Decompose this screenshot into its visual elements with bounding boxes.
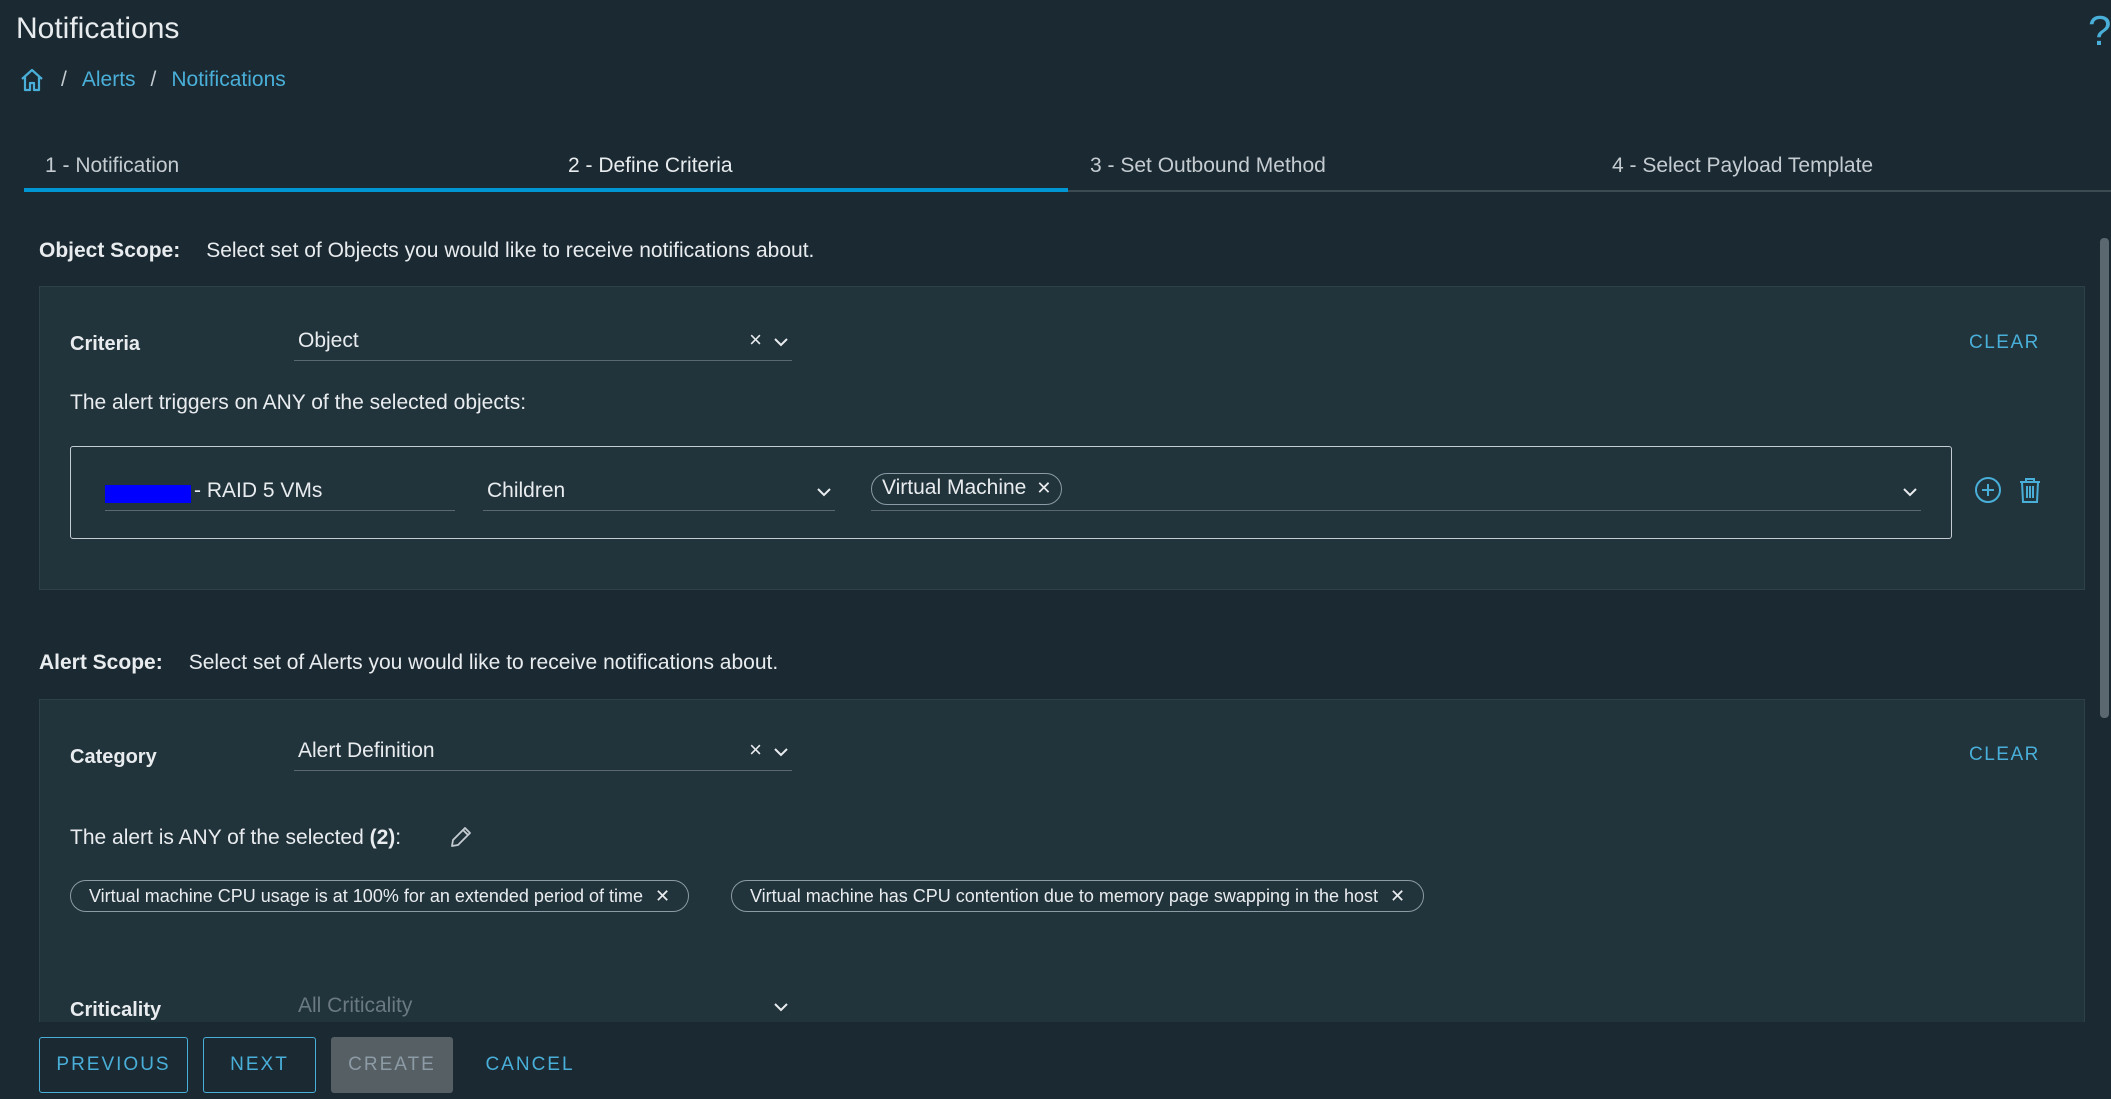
alert-tag-label: Virtual machine has CPU contention due t… <box>750 886 1379 906</box>
cancel-button[interactable]: CANCEL <box>468 1037 592 1093</box>
criteria-select[interactable]: Object × <box>294 323 792 361</box>
breadcrumb-separator: / <box>61 68 67 91</box>
remove-object-type-icon[interactable]: ✕ <box>1036 478 1051 498</box>
alert-tag: Virtual machine CPU usage is at 100% for… <box>70 880 690 912</box>
redacted-object-name <box>105 485 191 503</box>
object-name-value: - RAID 5 VMs <box>194 479 323 502</box>
notification-wizard-page: Notifications ? / Alerts / Notifications… <box>0 0 2111 1099</box>
page-title: Notifications <box>16 12 180 45</box>
step-notification[interactable]: 1 - Notification <box>45 154 179 178</box>
scrollbar[interactable] <box>2100 238 2109 718</box>
breadcrumb: / Alerts / Notifications <box>18 66 286 94</box>
alert-tag: Virtual machine has CPU contention due t… <box>731 880 1425 912</box>
chevron-down-icon[interactable] <box>774 335 788 349</box>
step-select-payload-template[interactable]: 4 - Select Payload Template <box>1612 154 1873 178</box>
category-label: Category <box>70 746 157 768</box>
object-trigger-description: The alert triggers on ANY of the selecte… <box>70 391 527 414</box>
remove-alert-icon[interactable]: ✕ <box>655 886 670 906</box>
criteria-label: Criteria <box>70 333 141 355</box>
criteria-select-value: Object <box>298 329 359 352</box>
step-set-outbound-method[interactable]: 3 - Set Outbound Method <box>1090 154 1326 178</box>
alert-scope-clear-button[interactable]: CLEAR <box>1969 744 2040 766</box>
step-define-criteria[interactable]: 2 - Define Criteria <box>568 154 733 178</box>
wizard-steps: 1 - Notification 2 - Define Criteria 3 -… <box>24 140 2111 192</box>
help-icon[interactable]: ? <box>2088 10 2111 52</box>
relationship-select[interactable]: Children <box>483 473 835 511</box>
criticality-label: Criticality <box>70 999 162 1021</box>
chevron-down-icon[interactable] <box>817 485 831 499</box>
object-scope-clear-button[interactable]: CLEAR <box>1969 332 2040 354</box>
object-scope-heading: Object Scope: Select set of Objects you w… <box>39 239 814 263</box>
object-type-pill: Virtual Machine ✕ <box>871 473 1063 505</box>
selected-alerts-suffix: : <box>395 826 402 849</box>
selected-alerts-count: (2) <box>369 826 396 849</box>
relationship-value: Children <box>487 479 566 502</box>
alert-scope-heading: Alert Scope: Select set of Alerts you wou… <box>39 651 778 675</box>
next-button[interactable]: NEXT <box>203 1037 316 1093</box>
alert-scope-panel: Category Alert Definition × CLEAR The al… <box>39 699 2085 1022</box>
alert-scope-label: Alert Scope: <box>39 651 163 674</box>
category-select-value: Alert Definition <box>298 739 435 762</box>
object-scope-panel: Criteria Object × CLEAR The alert trigge… <box>39 286 2085 590</box>
object-type-label: Virtual Machine <box>882 476 1027 499</box>
alert-tag-label: Virtual machine CPU usage is at 100% for… <box>89 886 643 906</box>
alert-scope-description: Select set of Alerts you would like to r… <box>188 651 779 674</box>
selected-alerts-description: The alert is ANY of the selected (2): <box>70 826 401 850</box>
wizard-footer: PREVIOUS NEXT CREATE CANCEL <box>0 1022 2100 1099</box>
category-select[interactable]: Alert Definition × <box>294 733 792 771</box>
previous-button[interactable]: PREVIOUS <box>39 1037 188 1093</box>
category-clear-icon[interactable]: × <box>749 737 762 763</box>
chevron-down-icon[interactable] <box>774 745 788 759</box>
criteria-clear-icon[interactable]: × <box>749 327 762 353</box>
object-criteria-row: - RAID 5 VMs Children Virtual Machine ✕ <box>70 446 1952 539</box>
object-type-select[interactable]: Virtual Machine ✕ <box>871 473 1921 511</box>
breadcrumb-alerts-link[interactable]: Alerts <box>82 68 136 92</box>
create-button: CREATE <box>331 1037 453 1093</box>
home-icon[interactable] <box>18 66 46 94</box>
object-scope-description: Select set of Objects you would like to … <box>206 239 815 262</box>
remove-alert-icon[interactable]: ✕ <box>1390 886 1405 906</box>
breadcrumb-separator: / <box>150 68 157 91</box>
edit-pencil-icon[interactable] <box>448 824 474 850</box>
object-name-field[interactable]: - RAID 5 VMs <box>105 473 455 511</box>
criticality-select[interactable]: All Criticality <box>294 988 792 1026</box>
selected-alerts-prefix: The alert is ANY of the selected <box>70 826 370 849</box>
wizard-progress-bar <box>24 188 1068 192</box>
object-scope-label: Object Scope: <box>39 239 181 262</box>
add-row-icon[interactable] <box>1973 475 2003 505</box>
chevron-down-icon[interactable] <box>774 1000 788 1014</box>
chevron-down-icon[interactable] <box>1903 485 1917 499</box>
delete-row-icon[interactable] <box>2015 475 2045 505</box>
criticality-placeholder: All Criticality <box>298 994 413 1017</box>
breadcrumb-notifications-link[interactable]: Notifications <box>171 68 285 92</box>
